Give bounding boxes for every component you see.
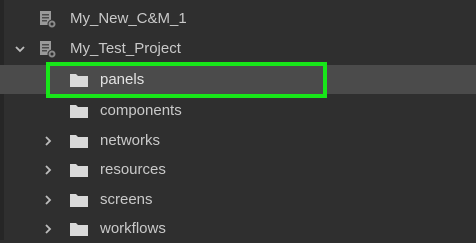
tree-item-resources[interactable]: resources bbox=[0, 155, 476, 184]
tree-item-my-new-cm-1[interactable]: My_New_C&M_1 bbox=[0, 4, 476, 33]
tree-item-label: networks bbox=[100, 132, 161, 149]
tree-item-label: My_New_C&M_1 bbox=[70, 10, 187, 27]
folder-icon bbox=[68, 161, 90, 179]
tree-item-workflows[interactable]: workflows bbox=[0, 214, 476, 243]
chevron-right-icon[interactable] bbox=[42, 164, 54, 176]
tree-item-panels[interactable]: panels bbox=[0, 65, 476, 94]
project-icon bbox=[38, 39, 58, 59]
tree-item-label: workflows bbox=[100, 220, 166, 237]
folder-icon bbox=[68, 102, 90, 120]
project-icon bbox=[38, 9, 58, 29]
tree-item-label: My_Test_Project bbox=[70, 40, 181, 57]
tree-item-label: panels bbox=[100, 71, 145, 88]
tree-item-label: components bbox=[100, 102, 182, 119]
chevron-down-icon[interactable] bbox=[14, 43, 26, 55]
folder-icon bbox=[68, 132, 90, 150]
tree-item-label: resources bbox=[100, 161, 166, 178]
tree-item-networks[interactable]: networks bbox=[0, 126, 476, 155]
project-tree: My_New_C&M_1 My_Test_Project panels comp… bbox=[0, 0, 476, 240]
tree-item-components[interactable]: components bbox=[0, 96, 476, 125]
chevron-right-icon[interactable] bbox=[42, 194, 54, 206]
folder-icon bbox=[68, 191, 90, 209]
chevron-right-icon[interactable] bbox=[42, 135, 54, 147]
chevron-right-icon[interactable] bbox=[42, 223, 54, 235]
folder-icon bbox=[68, 71, 90, 89]
tree-item-label: screens bbox=[100, 191, 153, 208]
tree-item-my-test-project[interactable]: My_Test_Project bbox=[0, 34, 476, 63]
tree-item-screens[interactable]: screens bbox=[0, 185, 476, 214]
folder-icon bbox=[68, 220, 90, 238]
